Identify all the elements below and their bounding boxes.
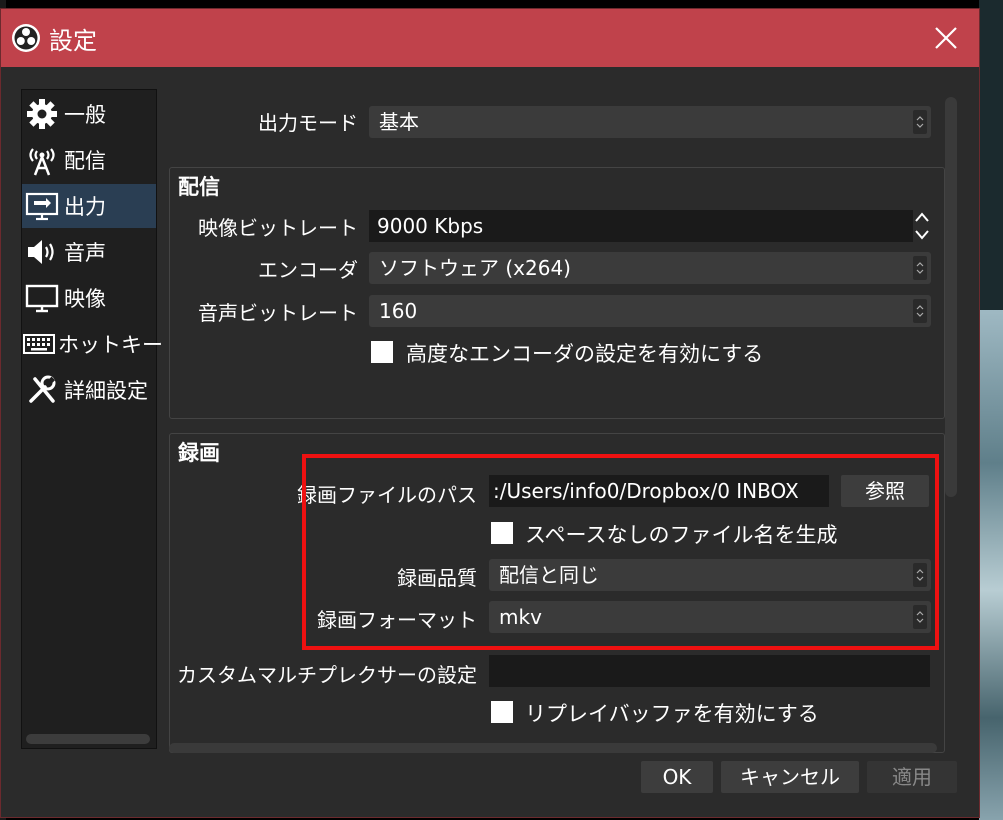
sidebar-item-label: ホットキー xyxy=(58,333,163,357)
desktop-wallpaper xyxy=(979,310,1003,820)
gear-icon xyxy=(22,94,62,134)
sidebar-item-label: 詳細設定 xyxy=(64,379,148,403)
output-mode-select[interactable]: 基本 xyxy=(369,106,931,138)
recording-group-title: 録画 xyxy=(178,441,220,465)
output-mode-value: 基本 xyxy=(379,110,419,134)
obs-logo-icon xyxy=(12,24,40,52)
sidebar-item-label: 出力 xyxy=(64,195,106,219)
sidebar-item-stream[interactable]: 配信 xyxy=(22,138,156,182)
window-title: 設定 xyxy=(49,27,97,55)
broadcast-icon xyxy=(22,140,62,180)
streaming-group-title: 配信 xyxy=(178,175,220,199)
sidebar-item-label: 音声 xyxy=(64,241,106,265)
sidebar-horizontal-scrollbar[interactable] xyxy=(26,734,150,744)
chevron-updown-icon xyxy=(913,299,927,323)
replay-buffer-checkbox[interactable] xyxy=(491,701,513,723)
sidebar-item-label: 配信 xyxy=(64,149,106,173)
audio-bitrate-label: 音声ビットレート xyxy=(198,301,358,325)
highlight-box xyxy=(302,454,939,650)
desktop-background-right xyxy=(979,0,1003,820)
encoder-select[interactable]: ソフトウェア (x264) xyxy=(369,252,931,284)
video-bitrate-spinbox[interactable]: 9000 Kbps xyxy=(369,210,913,242)
advanced-encoder-checkbox[interactable] xyxy=(371,341,393,363)
sidebar-item-audio[interactable]: 音声 xyxy=(22,230,156,274)
video-bitrate-value: 9000 Kbps xyxy=(377,214,484,238)
sidebar-item-output[interactable]: 出力 xyxy=(22,184,156,228)
main-horizontal-scrollbar[interactable] xyxy=(169,743,937,753)
audio-bitrate-value: 160 xyxy=(379,299,418,323)
ok-button[interactable]: OK xyxy=(641,761,713,793)
video-bitrate-label: 映像ビットレート xyxy=(198,216,358,240)
audio-bitrate-select[interactable]: 160 xyxy=(369,295,931,327)
title-bar[interactable]: 設定 xyxy=(1,9,979,67)
settings-window: 設定 一般 配信 出力 音声 映像 ホットキー 詳細設定 出力モード 基本 配信… xyxy=(0,8,980,818)
sidebar-item-label: 映像 xyxy=(64,287,106,311)
chevron-updown-icon xyxy=(913,110,927,134)
monitor-icon xyxy=(22,278,62,318)
apply-button[interactable]: 適用 xyxy=(867,761,957,793)
replay-buffer-label: リプレイバッファを有効にする xyxy=(525,702,819,726)
sidebar-item-video[interactable]: 映像 xyxy=(22,276,156,320)
keyboard-icon xyxy=(22,324,56,364)
chevron-updown-icon xyxy=(913,256,927,280)
output-mode-label: 出力モード xyxy=(258,111,358,135)
output-monitor-icon xyxy=(22,186,62,226)
main-vertical-scrollbar[interactable] xyxy=(945,97,957,497)
tools-icon xyxy=(22,370,62,410)
settings-sidebar: 一般 配信 出力 音声 映像 ホットキー 詳細設定 xyxy=(21,89,163,749)
advanced-encoder-label: 高度なエンコーダの設定を有効にする xyxy=(406,342,764,366)
close-icon[interactable] xyxy=(927,19,965,57)
streaming-group xyxy=(169,167,945,419)
custom-muxer-field[interactable] xyxy=(489,655,930,687)
encoder-label: エンコーダ xyxy=(258,258,358,282)
sidebar-item-label: 一般 xyxy=(64,103,106,127)
sidebar-item-hotkeys[interactable]: ホットキー xyxy=(22,322,163,366)
sidebar-item-general[interactable]: 一般 xyxy=(22,92,156,136)
spin-arrows-icon[interactable] xyxy=(913,210,931,242)
cancel-button[interactable]: キャンセル xyxy=(721,761,859,793)
sidebar-item-advanced[interactable]: 詳細設定 xyxy=(22,368,156,412)
speaker-icon xyxy=(22,232,62,272)
custom-muxer-label: カスタムマルチプレクサーの設定 xyxy=(177,663,477,687)
encoder-value: ソフトウェア (x264) xyxy=(379,256,571,280)
